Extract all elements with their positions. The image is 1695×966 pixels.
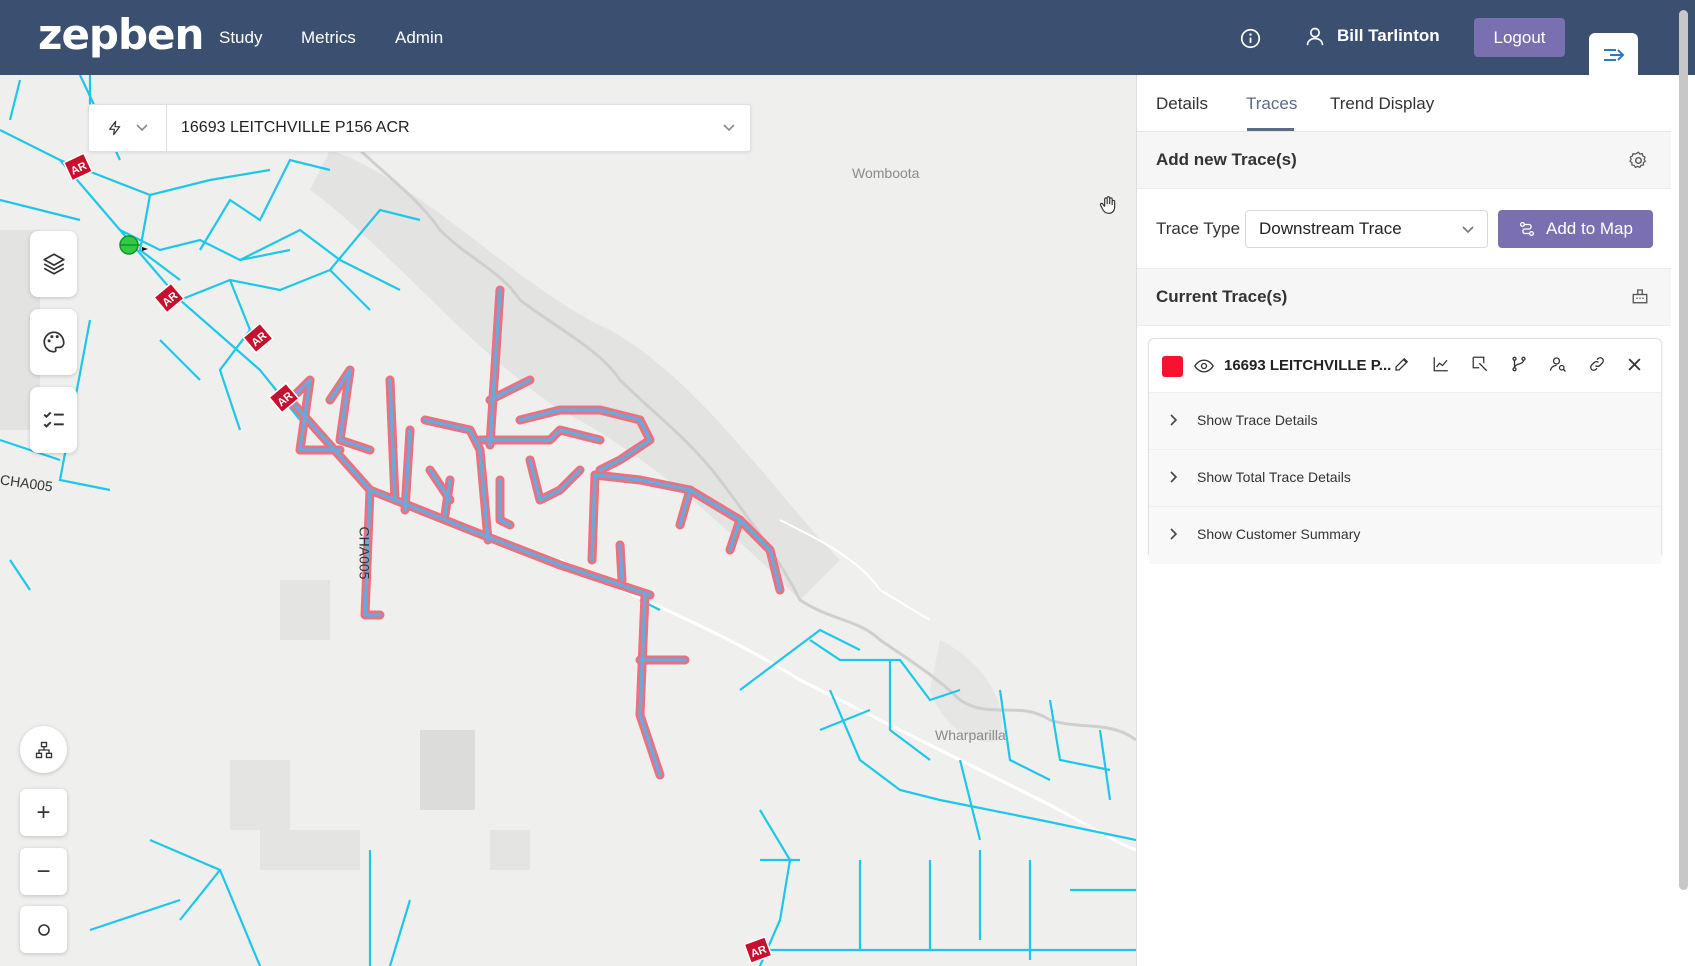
ar-marker[interactable]: AR bbox=[153, 282, 185, 314]
show-customer-summary-row[interactable]: Show Customer Summary bbox=[1149, 507, 1661, 564]
trace-type-row: Trace Type Downstream Trace Add to Map bbox=[1137, 189, 1671, 269]
current-traces-header: Current Trace(s) bbox=[1137, 269, 1671, 326]
zoom-in-button[interactable]: + bbox=[20, 789, 67, 836]
checklist-icon bbox=[43, 411, 64, 428]
feeder-type-dropdown[interactable] bbox=[89, 105, 167, 151]
ar-marker[interactable]: AR bbox=[743, 935, 773, 965]
page-scrollbar[interactable] bbox=[1679, 10, 1688, 890]
palette-icon bbox=[42, 331, 65, 353]
side-panel: Details Traces Trend Display Add new Tra… bbox=[1136, 75, 1671, 966]
current-traces-title: Current Trace(s) bbox=[1156, 287, 1288, 306]
close-icon[interactable] bbox=[1627, 357, 1642, 372]
chevron-down-icon bbox=[135, 124, 148, 132]
place-label-womboota: Womboota bbox=[852, 165, 920, 181]
trace-card: 16693 LEITCHVILLE P... Show Trace Detail… bbox=[1148, 338, 1662, 564]
nav-admin[interactable]: Admin bbox=[395, 28, 443, 48]
locate-icon bbox=[37, 923, 50, 936]
clear-traces-icon[interactable] bbox=[1631, 287, 1649, 305]
tab-details[interactable]: Details bbox=[1156, 94, 1208, 114]
gear-icon[interactable] bbox=[1628, 150, 1649, 171]
trace-type-label: Trace Type bbox=[1156, 219, 1241, 238]
zoom-out-button[interactable]: − bbox=[20, 848, 67, 895]
place-label-wharparilla: Wharparilla bbox=[935, 727, 1006, 743]
zoom-in-icon: + bbox=[36, 798, 51, 826]
show-total-trace-details-row[interactable]: Show Total Trace Details bbox=[1149, 450, 1661, 507]
add-trace-title: Add new Trace(s) bbox=[1156, 150, 1297, 169]
trace-color-swatch[interactable] bbox=[1162, 356, 1183, 377]
zepben-logo[interactable]: zepben bbox=[38, 10, 204, 59]
user-menu[interactable]: Bill Tarlinton bbox=[1305, 25, 1440, 47]
trace-card-header: 16693 LEITCHVILLE P... bbox=[1149, 339, 1661, 393]
hierarchy-icon bbox=[35, 741, 52, 758]
tab-traces[interactable]: Traces bbox=[1246, 94, 1297, 114]
feeder-label-cha005-vertical: CHA005 bbox=[356, 526, 373, 580]
chevron-down-icon bbox=[1462, 226, 1474, 234]
layers-icon bbox=[42, 253, 65, 275]
chevron-down-icon bbox=[723, 124, 735, 132]
zoom-to-icon[interactable] bbox=[1471, 355, 1489, 373]
network-map[interactable]: AR AR AR AR AR Womboota Wharparilla CHA0… bbox=[0, 75, 1136, 966]
ar-marker[interactable]: AR bbox=[242, 322, 274, 354]
customers-icon[interactable] bbox=[1549, 355, 1567, 373]
show-trace-details-label: Show Trace Details bbox=[1197, 412, 1318, 428]
tab-trend-display[interactable]: Trend Display bbox=[1330, 94, 1434, 114]
panel-tabs: Details Traces Trend Display bbox=[1137, 75, 1671, 132]
chevron-right-icon bbox=[1170, 414, 1178, 426]
user-icon bbox=[1306, 27, 1324, 46]
pan-cursor-icon bbox=[1099, 196, 1116, 214]
add-to-map-label: Add to Map bbox=[1546, 219, 1633, 238]
nav-study[interactable]: Study bbox=[219, 28, 262, 48]
trace-name: 16693 LEITCHVILLE P... bbox=[1224, 357, 1392, 374]
checklist-button[interactable] bbox=[30, 387, 77, 453]
user-name: Bill Tarlinton bbox=[1337, 26, 1440, 45]
feeder-select-value[interactable]: 16693 LEITCHVILLE P156 ACR bbox=[167, 119, 722, 137]
edit-icon[interactable] bbox=[1393, 355, 1411, 373]
add-to-map-button[interactable]: Add to Map bbox=[1498, 210, 1653, 248]
active-tab-indicator bbox=[1247, 128, 1294, 131]
show-trace-details-row[interactable]: Show Trace Details bbox=[1149, 393, 1661, 450]
network-lines bbox=[0, 75, 1136, 966]
link-icon[interactable] bbox=[1588, 355, 1606, 373]
nav-metrics[interactable]: Metrics bbox=[301, 28, 356, 48]
eye-icon[interactable] bbox=[1194, 358, 1214, 374]
info-icon[interactable] bbox=[1240, 28, 1261, 49]
feeder-select[interactable]: 16693 LEITCHVILLE P156 ACR bbox=[88, 104, 751, 152]
locate-button[interactable] bbox=[20, 906, 67, 953]
branch-icon[interactable] bbox=[1510, 355, 1528, 373]
map-canvas[interactable]: AR AR AR AR AR bbox=[0, 75, 1136, 966]
chart-icon[interactable] bbox=[1432, 355, 1450, 373]
zoom-out-icon: − bbox=[36, 857, 51, 885]
hierarchy-button[interactable] bbox=[20, 726, 67, 773]
logout-button[interactable]: Logout bbox=[1474, 18, 1565, 57]
show-total-trace-details-label: Show Total Trace Details bbox=[1197, 469, 1351, 485]
top-navigation-bar: zepben Study Metrics Admin Bill Tarlinto… bbox=[0, 0, 1695, 77]
lightning-icon bbox=[108, 120, 120, 136]
chevron-right-icon bbox=[1170, 471, 1178, 483]
chevron-right-icon bbox=[1170, 528, 1178, 540]
trace-type-select[interactable]: Downstream Trace bbox=[1245, 210, 1488, 248]
trace-type-value: Downstream Trace bbox=[1259, 219, 1402, 238]
route-icon bbox=[1519, 221, 1535, 237]
layers-button[interactable] bbox=[30, 231, 77, 297]
show-customer-summary-label: Show Customer Summary bbox=[1197, 526, 1361, 542]
panel-collapse-button[interactable] bbox=[1589, 33, 1638, 77]
ar-marker[interactable]: AR bbox=[62, 152, 94, 182]
style-button[interactable] bbox=[30, 309, 77, 375]
collapse-panel-icon bbox=[1603, 49, 1624, 61]
add-trace-header: Add new Trace(s) bbox=[1137, 132, 1671, 189]
